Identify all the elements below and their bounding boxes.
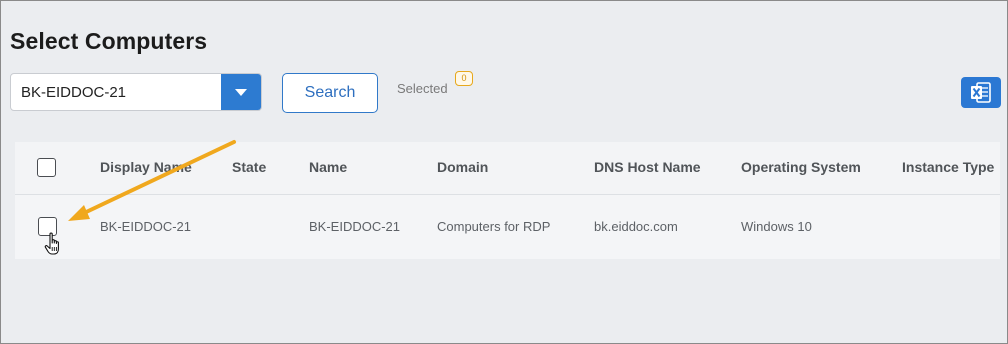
export-excel-button[interactable] [961, 77, 1001, 108]
caret-down-icon [235, 89, 247, 96]
page-title: Select Computers [10, 28, 208, 54]
column-header-instance-type[interactable]: Instance Type [902, 159, 994, 175]
column-header-state[interactable]: State [232, 159, 266, 175]
cell-domain: Computers for RDP [437, 219, 551, 234]
column-header-domain[interactable]: Domain [437, 159, 488, 175]
computers-table: Display Name State Name Domain DNS Host … [15, 142, 1000, 259]
search-button[interactable]: Search [282, 73, 378, 113]
column-header-name[interactable]: Name [309, 159, 347, 175]
hand-cursor-icon [44, 232, 59, 255]
table-row[interactable]: BK-EIDDOC-21 BK-EIDDOC-21 Computers for … [15, 195, 1000, 259]
cell-name: BK-EIDDOC-21 [309, 219, 401, 234]
column-header-display-name[interactable]: Display Name [100, 159, 192, 175]
table-header: Display Name State Name Domain DNS Host … [15, 142, 1000, 195]
computer-select-value: BK-EIDDOC-21 [21, 84, 127, 101]
dropdown-toggle-button[interactable] [221, 74, 261, 110]
cell-dns-host-name: bk.eiddoc.com [594, 219, 678, 234]
computer-select[interactable]: BK-EIDDOC-21 [10, 73, 262, 111]
column-header-dns-host-name[interactable]: DNS Host Name [594, 159, 701, 175]
excel-icon [971, 82, 991, 103]
cell-display-name: BK-EIDDOC-21 [100, 219, 192, 234]
selected-count-badge: 0 [455, 71, 473, 86]
select-all-checkbox[interactable] [37, 158, 56, 177]
column-header-operating-system[interactable]: Operating System [741, 159, 861, 175]
selected-label: Selected [397, 81, 448, 96]
cell-operating-system: Windows 10 [741, 219, 812, 234]
